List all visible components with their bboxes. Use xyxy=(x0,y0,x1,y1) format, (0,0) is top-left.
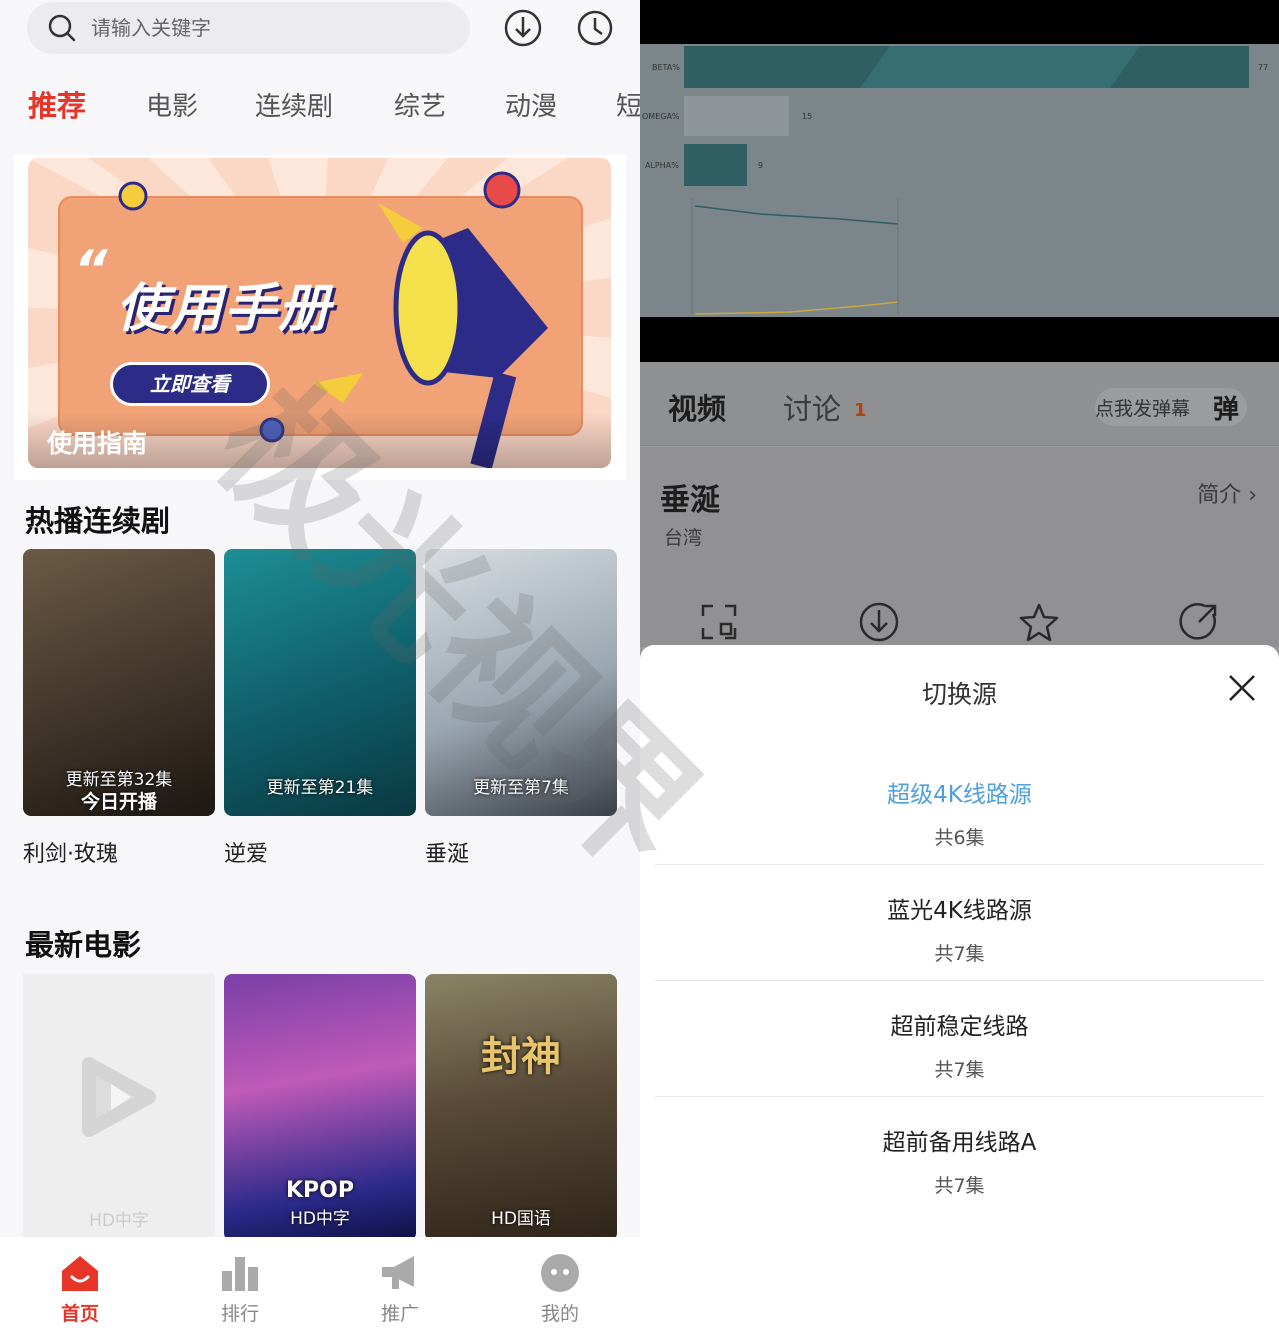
poster-title[interactable]: 逆爱 xyxy=(224,836,268,868)
nav-mine[interactable]: 我的 xyxy=(480,1237,640,1337)
poster-title[interactable]: 垂涎 xyxy=(425,836,469,868)
tab-series[interactable]: 连续剧 xyxy=(255,86,333,123)
history-clock-icon[interactable] xyxy=(575,8,615,48)
chart-value-alpha: 9 xyxy=(758,161,763,170)
player-screen: BETA% OMEGA% ALPHA% 77 15 9 视频 讨论 1 点我发弹… xyxy=(640,0,1279,1337)
chart-label-alpha: ALPHA% xyxy=(645,161,679,170)
search-icon xyxy=(48,14,76,42)
danmu-label: 点我发弹幕 xyxy=(1095,398,1191,420)
source-item[interactable]: 超级4K线路源 共6集 xyxy=(655,749,1264,865)
chart-value-omega: 15 xyxy=(802,112,812,121)
nav-home[interactable]: 首页 xyxy=(0,1237,160,1337)
share-icon[interactable] xyxy=(1177,600,1221,644)
bar-chart-icon xyxy=(222,1257,258,1291)
poster-chui-xian[interactable]: 更新至第7集 xyxy=(425,549,617,816)
poster-lijian-meigui[interactable]: 更新至第32集 今日开播 xyxy=(23,549,215,816)
video-player[interactable]: BETA% OMEGA% ALPHA% 77 15 9 xyxy=(640,0,1279,362)
bottom-nav: 首页 排行 推广 我的 xyxy=(0,1237,640,1337)
send-danmu-button[interactable]: 点我发弹幕 弹 xyxy=(1095,388,1247,426)
poster-ni-ai[interactable]: 更新至第21集 xyxy=(224,549,416,816)
video-frame-graphic: BETA% OMEGA% ALPHA% 77 15 9 xyxy=(642,46,1268,315)
tab-video[interactable]: 视频 xyxy=(668,386,726,428)
tab-movie[interactable]: 电影 xyxy=(146,86,198,123)
close-icon[interactable] xyxy=(1225,671,1259,705)
tab-short[interactable]: 短 xyxy=(616,86,640,123)
profile-face-icon xyxy=(541,1254,579,1292)
source-item[interactable]: 超前稳定线路 共7集 xyxy=(655,981,1264,1097)
intro-link[interactable]: 简介 › xyxy=(1197,477,1257,509)
download-icon[interactable] xyxy=(857,600,901,644)
poster-title[interactable]: 利剑·玫瑰 xyxy=(23,836,118,868)
banner[interactable]: “ 使用手册 立即查看 使用指南 xyxy=(28,158,611,468)
source-item[interactable]: 蓝光4K线路源 共7集 xyxy=(655,865,1264,981)
banner-caption: 使用指南 xyxy=(28,413,611,468)
home-icon xyxy=(62,1256,98,1291)
discussion-count-badge: 1 xyxy=(854,400,867,421)
chart-label-beta: BETA% xyxy=(652,63,680,72)
tab-anime[interactable]: 动漫 xyxy=(505,86,557,123)
home-screen: 推荐 电影 连续剧 综艺 动漫 短 “ 使用手册 立即查看 使用 xyxy=(0,0,640,1337)
poster-placeholder[interactable]: HD中字 xyxy=(23,974,215,1241)
download-icon[interactable] xyxy=(503,8,543,48)
danmu-icon: 弹 xyxy=(1213,395,1240,425)
nav-promote[interactable]: 推广 xyxy=(320,1237,480,1337)
poster-fengshen[interactable]: 封神 HD国语 xyxy=(425,974,617,1241)
chart-label-omega: OMEGA% xyxy=(642,112,680,121)
search-bar[interactable] xyxy=(27,2,470,54)
show-info: 垂涎 台湾 简介 › xyxy=(640,447,1279,647)
nav-ranking[interactable]: 排行 xyxy=(160,1237,320,1337)
tab-recommend[interactable]: 推荐 xyxy=(28,83,86,125)
search-input[interactable] xyxy=(91,16,411,40)
sheet-title: 切换源 xyxy=(921,680,997,709)
section-title-new-movies: 最新电影 xyxy=(25,928,142,962)
show-region: 台湾 xyxy=(664,527,703,549)
tab-variety[interactable]: 综艺 xyxy=(394,86,446,123)
video-frame: BETA% OMEGA% ALPHA% 77 15 9 xyxy=(640,44,1279,317)
show-title: 垂涎 xyxy=(660,483,720,518)
screen-cast-icon[interactable] xyxy=(697,600,741,644)
category-tabs: 推荐 电影 连续剧 综艺 动漫 短 xyxy=(0,78,640,134)
poster-kpop-demon-hunters[interactable]: KPOP HD中字 xyxy=(224,974,416,1241)
section-title-hot-series: 热播连续剧 xyxy=(25,504,171,538)
chart-value-beta: 77 xyxy=(1258,63,1268,72)
tab-discussion[interactable]: 讨论 xyxy=(783,386,841,428)
megaphone-nav-icon xyxy=(382,1256,414,1289)
favorite-star-icon[interactable] xyxy=(1017,600,1061,644)
switch-source-sheet: 切换源 超级4K线路源 共6集 蓝光4K线路源 共7集 超前稳定线路 共7集 超… xyxy=(640,645,1279,1337)
source-item[interactable]: 超前备用线路A 共7集 xyxy=(655,1097,1264,1213)
play-logo-icon xyxy=(82,1057,156,1137)
